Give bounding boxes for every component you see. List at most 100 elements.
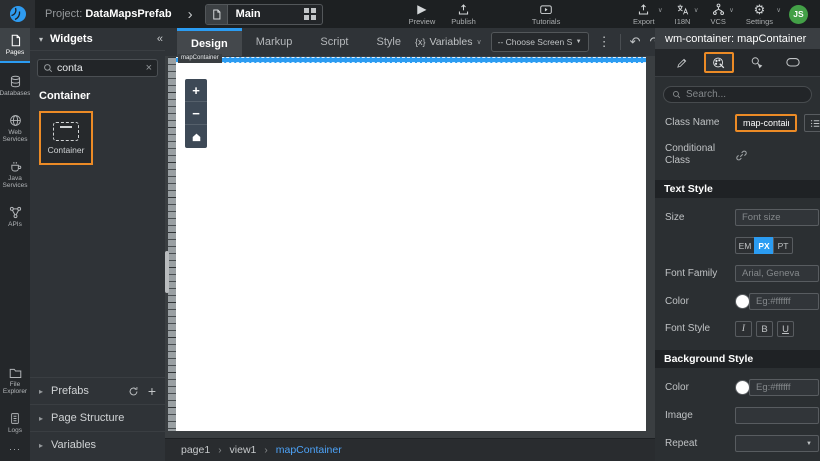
- vertical-scrollbar-thumb[interactable]: [165, 251, 169, 293]
- chevron-down-icon: ∨: [476, 38, 481, 46]
- property-search-input[interactable]: [686, 89, 803, 100]
- link-icon[interactable]: [735, 149, 748, 162]
- caret-down-icon: ▾: [39, 35, 43, 44]
- tab-styles[interactable]: [704, 52, 734, 73]
- tutorials-button[interactable]: Tutorials: [532, 3, 560, 26]
- breadcrumb-current[interactable]: mapContainer: [276, 444, 342, 456]
- caret-right-icon: ▸: [39, 414, 43, 423]
- properties-panel: wm-container: mapContainer: [655, 28, 820, 461]
- page-structure-section[interactable]: ▸ Page Structure: [30, 404, 165, 431]
- class-name-row: Class Name: [665, 114, 810, 132]
- property-search-box: [663, 86, 812, 103]
- palette-brush-icon: [712, 56, 725, 69]
- tab-markup[interactable]: Markup: [242, 28, 307, 56]
- text-color-row: Color: [665, 293, 810, 310]
- chevron-down-icon: ∨: [729, 6, 734, 14]
- page-selector[interactable]: Main: [205, 4, 323, 25]
- tab-inspect[interactable]: [741, 52, 771, 73]
- widgets-panel-header[interactable]: ▾ Widgets «: [30, 28, 165, 51]
- background-image-row: Image: [665, 407, 810, 424]
- folder-icon: [9, 367, 22, 379]
- i18n-button[interactable]: I18N ∨: [675, 3, 691, 26]
- publish-button[interactable]: Publish: [451, 3, 476, 26]
- bold-button[interactable]: B: [756, 321, 773, 337]
- collapse-panel-icon[interactable]: «: [157, 33, 163, 45]
- clear-search-icon[interactable]: ×: [146, 63, 152, 74]
- selected-container-highlight[interactable]: [176, 57, 646, 63]
- canvas-page[interactable]: mapContainer + −: [176, 57, 646, 431]
- sidebar-item-java-services[interactable]: Java Services: [0, 154, 30, 194]
- sidebar-item-web-services[interactable]: Web Services: [0, 108, 30, 148]
- prefabs-section[interactable]: ▸ Prefabs +: [30, 377, 165, 404]
- screen-size-select[interactable]: -- Choose Screen Size -- ▼: [491, 32, 589, 52]
- refresh-icon[interactable]: [128, 386, 139, 397]
- breadcrumb: page1 › view1 › mapContainer: [165, 438, 655, 461]
- pages-grid-icon[interactable]: [304, 8, 316, 20]
- background-image-input[interactable]: [735, 407, 819, 424]
- sidebar-item-databases[interactable]: Databases: [0, 69, 30, 102]
- font-family-row: Font Family: [665, 265, 810, 282]
- tab-comments[interactable]: [778, 52, 808, 73]
- class-picker-button[interactable]: [804, 114, 820, 132]
- sidebar-item-file-explorer[interactable]: File Explorer: [0, 361, 30, 400]
- widget-search-box: ×: [37, 59, 158, 77]
- add-prefab-icon[interactable]: +: [148, 384, 156, 398]
- background-color-swatch[interactable]: [735, 380, 750, 395]
- home-icon: [191, 132, 202, 142]
- background-repeat-select[interactable]: ▼: [735, 435, 819, 452]
- preview-button[interactable]: ▶ Preview: [409, 3, 436, 26]
- widgets-panel-sections: ▸ Prefabs + ▸ Page Structure ▸ Variables: [30, 377, 165, 461]
- font-size-input[interactable]: [735, 209, 819, 226]
- font-family-input[interactable]: [735, 265, 819, 282]
- container-widget-icon: [53, 122, 79, 141]
- sidebar-item-logs[interactable]: Logs: [0, 406, 30, 439]
- tab-properties[interactable]: [667, 52, 697, 73]
- pages-icon: [9, 34, 22, 47]
- font-style-row: Font Style I B U: [665, 321, 810, 337]
- background-color-input[interactable]: [749, 379, 819, 396]
- variables-icon: {x}: [415, 37, 426, 47]
- variables-dropdown[interactable]: {x} Variables ∨: [415, 36, 482, 48]
- breadcrumb-separator: ›: [264, 445, 267, 456]
- sidebar-item-apis[interactable]: APIs: [0, 200, 30, 233]
- more-options-icon[interactable]: ⋮: [598, 35, 611, 49]
- settings-button[interactable]: ⚙ Settings ∨: [746, 3, 773, 26]
- coffee-cup-icon: [9, 160, 22, 173]
- chat-icon: [786, 57, 800, 68]
- breadcrumb-view1[interactable]: view1: [230, 444, 257, 456]
- zoom-home-button[interactable]: [185, 125, 207, 148]
- unit-px-button[interactable]: PX: [754, 237, 774, 254]
- tab-style[interactable]: Style: [363, 28, 415, 56]
- user-avatar[interactable]: JS: [789, 5, 808, 24]
- font-size-row: Size: [665, 209, 810, 226]
- tab-script[interactable]: Script: [306, 28, 362, 56]
- sidebar-item-pages[interactable]: Pages: [0, 28, 30, 63]
- text-style-section-header: Text Style: [655, 180, 820, 198]
- undo-icon[interactable]: ↶: [630, 35, 641, 49]
- video-icon: [539, 3, 553, 16]
- unit-em-button[interactable]: EM: [735, 237, 755, 254]
- variables-section[interactable]: ▸ Variables: [30, 431, 165, 458]
- left-rail: Pages Databases Web Services Java Servic…: [0, 28, 30, 461]
- class-name-input[interactable]: [735, 114, 797, 132]
- text-color-input[interactable]: [749, 293, 819, 310]
- wavemaker-logo[interactable]: [0, 0, 35, 28]
- export-button[interactable]: Export ∨: [633, 3, 655, 26]
- rail-overflow-button[interactable]: ···: [0, 439, 30, 461]
- breadcrumb-page1[interactable]: page1: [181, 444, 210, 456]
- tab-design[interactable]: Design: [177, 28, 242, 56]
- vcs-button[interactable]: VCS ∨: [710, 3, 725, 26]
- wavemaker-studio: Project: DataMapsPrefab › Main ▶ Preview: [0, 0, 820, 461]
- italic-button[interactable]: I: [735, 321, 752, 337]
- text-color-swatch[interactable]: [735, 294, 750, 309]
- zoom-in-button[interactable]: +: [185, 79, 207, 102]
- database-icon: [9, 75, 22, 88]
- zoom-out-button[interactable]: −: [185, 102, 207, 125]
- unit-pt-button[interactable]: PT: [773, 237, 793, 254]
- search-result-section-label: Container: [39, 90, 156, 102]
- wavemaker-logo-icon: [9, 5, 27, 23]
- widget-search-input[interactable]: [57, 62, 142, 74]
- unit-toggle-group: EM PX PT: [735, 237, 793, 254]
- underline-button[interactable]: U: [777, 321, 794, 337]
- container-widget-tile[interactable]: Container: [39, 111, 93, 165]
